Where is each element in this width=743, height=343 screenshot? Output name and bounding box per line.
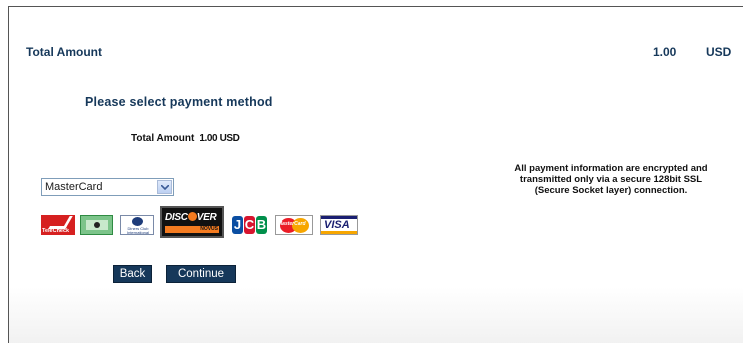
jcb-icon: JCB xyxy=(232,215,268,235)
total-amount-value: 1.00 xyxy=(653,45,677,59)
visa-icon: VISA xyxy=(320,215,358,235)
payment-method-selected: MasterCard xyxy=(45,181,103,193)
telecheck-icon: TeleCheck xyxy=(41,215,75,235)
amount-summary: Total Amount 1.00 USD xyxy=(131,133,240,144)
chevron-down-icon xyxy=(161,185,169,190)
mastercard-icon: MasterCard xyxy=(275,215,313,235)
echeck-icon xyxy=(80,215,113,235)
discover-icon: DISC VER NOVUS xyxy=(160,206,224,238)
continue-button[interactable]: Continue xyxy=(166,265,236,283)
total-amount-currency: USD xyxy=(706,45,732,59)
page-title: Please select payment method xyxy=(85,95,273,109)
payment-panel: Total Amount 1.00 USD Please select paym… xyxy=(8,6,743,343)
total-amount-label: Total Amount xyxy=(26,45,102,59)
dropdown-arrow-button[interactable] xyxy=(157,180,172,194)
summary-amount: 1.00 USD xyxy=(199,133,240,144)
back-button[interactable]: Back xyxy=(113,265,152,283)
security-note: All payment information are encrypted an… xyxy=(514,163,708,196)
summary-label: Total Amount xyxy=(131,133,195,144)
diners-club-icon: Diners Club International xyxy=(120,215,154,235)
payment-method-select[interactable]: MasterCard xyxy=(41,178,174,196)
